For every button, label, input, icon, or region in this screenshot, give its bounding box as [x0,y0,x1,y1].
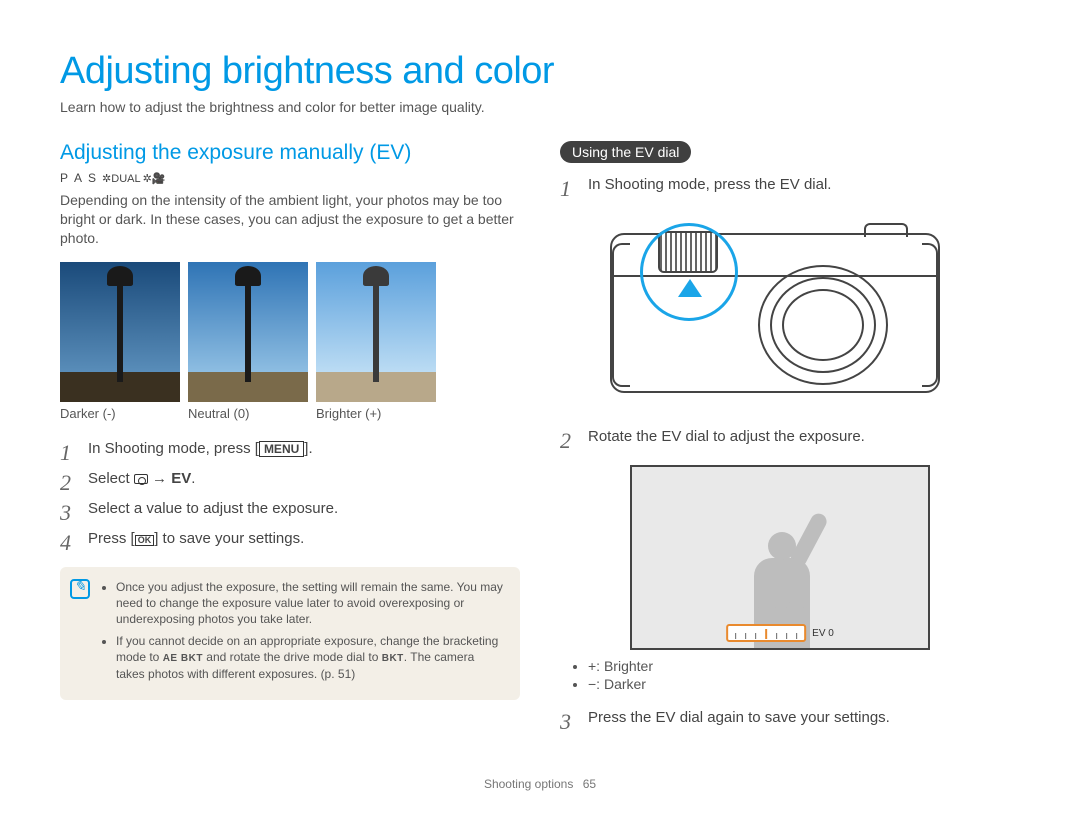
left-steps: In Shooting mode, press [MENU]. Select →… [60,437,520,551]
page-title: Adjusting brightness and color [60,50,1020,93]
note-icon: ✎ [70,579,90,599]
right-step-1: In Shooting mode, press the EV dial. [560,173,1020,197]
legend-brighter: +: Brighter [588,658,1020,674]
mode-s: S [88,171,100,185]
exposure-example-darker: Darker (-) [60,262,180,421]
note-bullet-1: Once you adjust the exposure, the settin… [116,579,506,628]
example-image-darker [60,262,180,402]
ev-legend: +: Brighter −: Darker [560,658,1020,692]
section-subtitle: Adjusting the exposure manually (EV) [60,141,520,165]
example-image-brighter [316,262,436,402]
right-step-2: Rotate the EV dial to adjust the exposur… [560,425,1020,449]
right-steps-2: Rotate the EV dial to adjust the exposur… [560,425,1020,449]
dual-mode-icon: ✲DUAL [102,172,141,185]
ev-readout: EV 0 [812,628,834,639]
dial-highlight-circle [640,223,738,321]
two-column-layout: Adjusting the exposure manually (EV) P A… [60,141,1020,746]
ok-key-icon: OK [135,535,155,546]
right-steps-1: In Shooting mode, press the EV dial. [560,173,1020,197]
step-2: Select → EV. [60,467,520,491]
caption-darker: Darker (-) [60,406,180,421]
caption-brighter: Brighter (+) [316,406,436,421]
mode-indicator-row: P A S ✲DUAL ✲🎥 [60,171,520,185]
page-footer: Shooting options 65 [0,777,1080,791]
right-steps-3: Press the EV dial again to save your set… [560,706,1020,730]
camera-illustration [560,213,980,403]
page: Adjusting brightness and color Learn how… [0,0,1080,776]
section-pill: Using the EV dial [560,141,691,163]
example-image-neutral [188,262,308,402]
step-3: Select a value to adjust the exposure. [60,497,520,521]
menu-key-icon: MENU [259,441,304,457]
legend-darker: −: Darker [588,676,1020,692]
camera-icon [134,474,148,484]
caption-neutral: Neutral (0) [188,406,308,421]
camera-lens [758,265,888,385]
intro-text: Learn how to adjust the brightness and c… [60,99,1020,115]
up-arrow-icon [678,279,702,297]
footer-section: Shooting options [484,777,573,791]
step-4: Press [OK] to save your settings. [60,527,520,551]
video-mode-icon: ✲🎥 [143,172,166,185]
footer-page-number: 65 [583,777,596,791]
ev-scale-bar: EV 0 [726,624,834,642]
mode-a: A [74,171,86,185]
ev-scale [726,624,806,642]
shutter-button-icon [864,223,908,237]
lcd-preview: EV 0 [630,465,930,650]
right-step-3: Press the EV dial again to save your set… [560,706,1020,730]
mode-p: P [60,171,72,185]
note-callout: ✎ Once you adjust the exposure, the sett… [60,567,520,700]
left-column: Adjusting the exposure manually (EV) P A… [60,141,520,746]
exposure-examples-row: Darker (-) Neutral (0) Brighter (+) [60,262,520,421]
right-column: Using the EV dial In Shooting mode, pres… [560,141,1020,746]
exposure-example-neutral: Neutral (0) [188,262,308,421]
exposure-example-brighter: Brighter (+) [316,262,436,421]
body-paragraph: Depending on the intensity of the ambien… [60,191,520,248]
step-1: In Shooting mode, press [MENU]. [60,437,520,461]
note-bullet-2: If you cannot decide on an appropriate e… [116,633,506,682]
